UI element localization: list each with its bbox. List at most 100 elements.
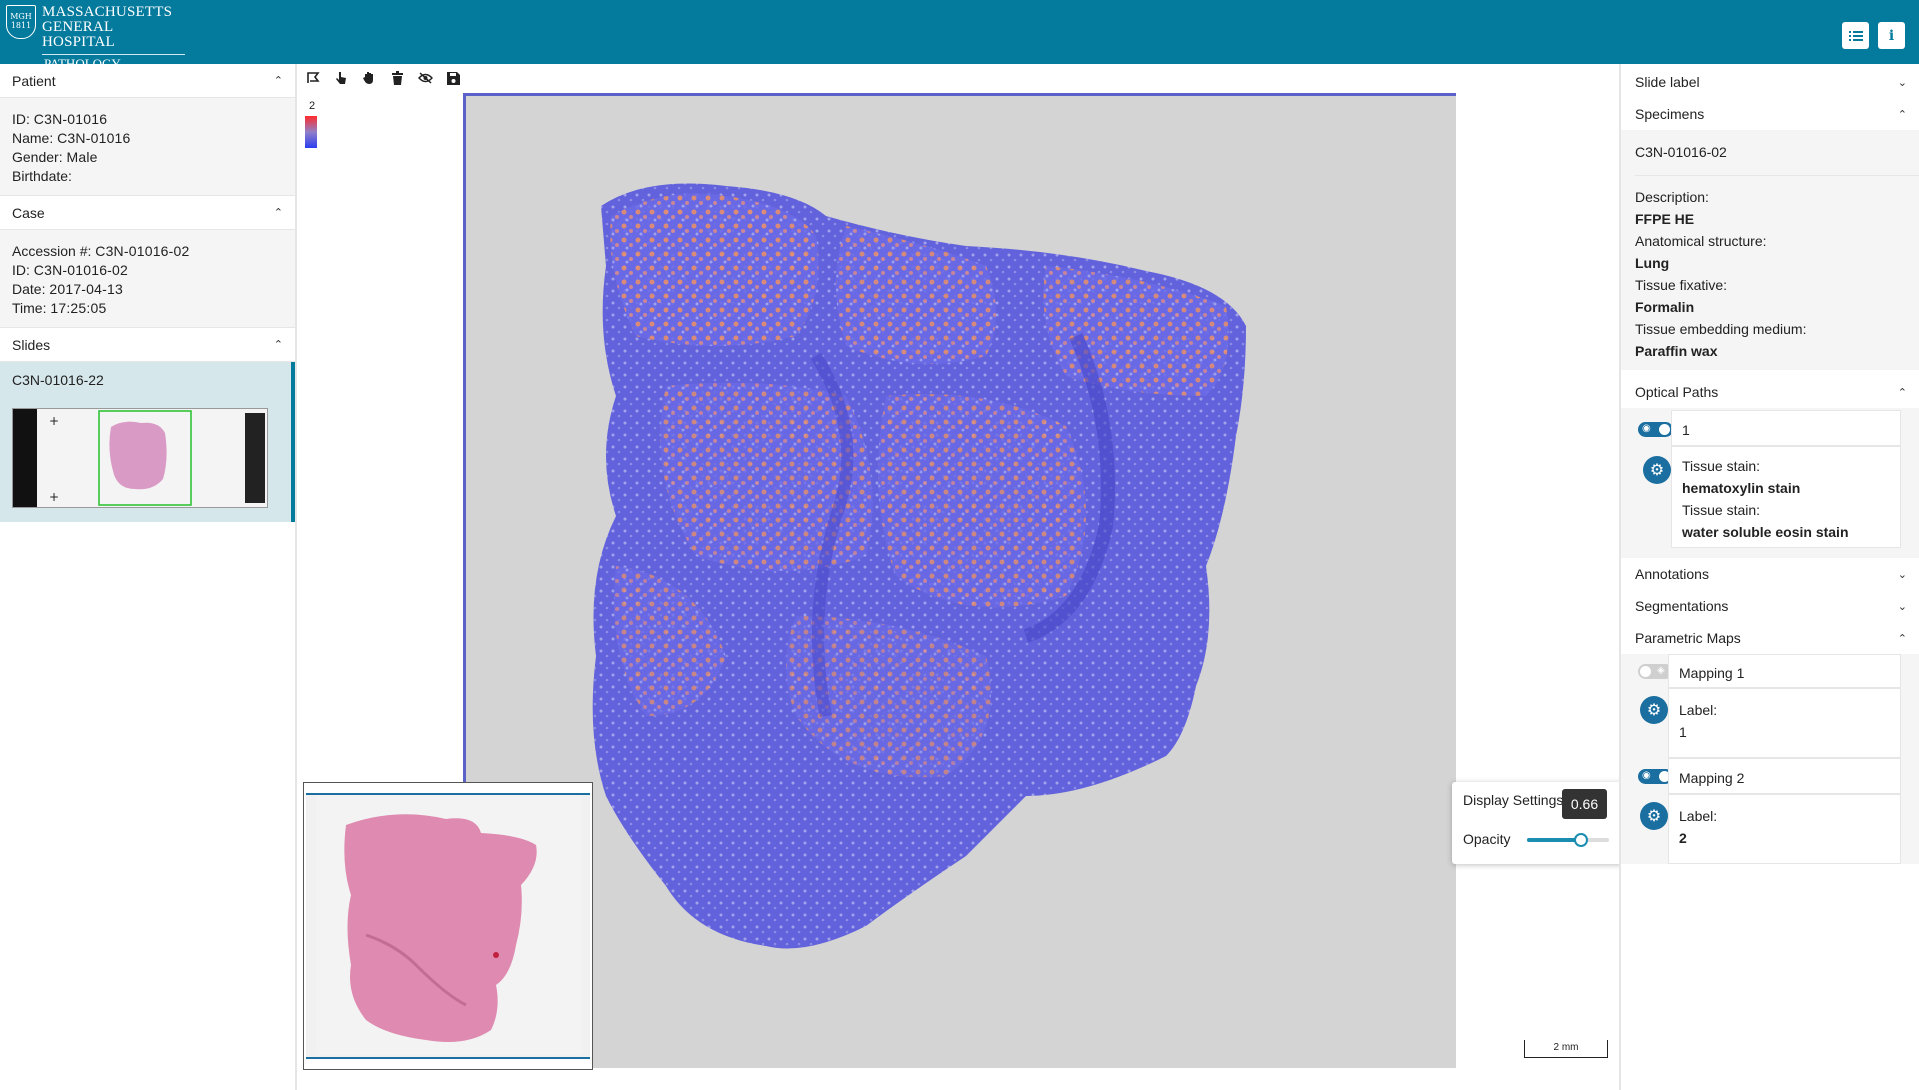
viewer-toolbar: [299, 64, 467, 92]
case-section-header[interactable]: Case ⌃: [0, 196, 295, 230]
mapping2-name-card: Mapping 2: [1668, 758, 1901, 794]
save-icon: [446, 71, 460, 85]
overview-slide-image: [316, 795, 582, 1055]
mapping2-label: 2: [1679, 830, 1687, 846]
list-icon: [1848, 30, 1863, 41]
eye-icon: ◉: [1642, 770, 1651, 781]
chevron-down-icon: ⌄: [1897, 76, 1907, 89]
case-date: 2017-04-13: [49, 281, 123, 297]
pan-tool-button[interactable]: [355, 64, 383, 92]
mapping1-label: 1: [1679, 724, 1687, 740]
slide-thumbnail-image: + +: [13, 409, 267, 507]
colormap-legend-value: 2: [309, 100, 316, 112]
app-header: MGH1811 MASSACHUSETTS GENERAL HOSPITAL P…: [0, 0, 1919, 71]
case-section-title: Case: [12, 204, 45, 221]
tissue-stain-1: hematoxylin stain: [1682, 480, 1801, 496]
slides-section-title: Slides: [12, 336, 51, 353]
parametric-map-overlay: [592, 183, 1246, 949]
segmentations-section-header[interactable]: Segmentations ⌄: [1621, 590, 1919, 622]
case-time: 17:25:05: [50, 300, 107, 316]
chevron-up-icon: ⌃: [273, 207, 283, 219]
parametric-maps-list: ◈ Mapping 1 ⚙ Label: 1 ◉ Mapping 2 ⚙ Lab…: [1621, 654, 1919, 864]
opacity-slider-handle[interactable]: [1574, 833, 1589, 847]
optical-path-item: ◉ 1 ⚙ Tissue stain: hematoxylin stain Ti…: [1621, 408, 1919, 558]
save-button[interactable]: [439, 64, 467, 92]
optical-paths-section-header[interactable]: Optical Paths ⌃: [1621, 376, 1919, 408]
draw-tool-button[interactable]: [299, 64, 327, 92]
slide-image[interactable]: [463, 93, 1456, 1068]
slides-section-header[interactable]: Slides ⌃: [0, 328, 295, 362]
slide-label-section-header[interactable]: Slide label ⌄: [1621, 66, 1919, 98]
svg-text:+: +: [49, 414, 59, 428]
case-details: Accession #: C3N-01016-02 ID: C3N-01016-…: [0, 230, 295, 328]
case-accession: C3N-01016-02: [95, 243, 190, 259]
patient-section-header[interactable]: Patient ⌃: [0, 64, 295, 98]
mapping2-settings-button[interactable]: ⚙: [1640, 802, 1668, 830]
svg-text:+: +: [49, 490, 59, 504]
opacity-slider-fill: [1527, 838, 1582, 842]
chevron-down-icon: ⌄: [1897, 568, 1907, 581]
optical-path-id-card: 1: [1671, 410, 1901, 446]
opacity-tooltip: 0.66: [1562, 789, 1607, 819]
eye-slash-icon: [417, 72, 433, 84]
optical-path-id: 1: [1682, 422, 1690, 438]
chevron-down-icon: ⌄: [1897, 600, 1907, 613]
optical-path-stains-card: Tissue stain: hematoxylin stain Tissue s…: [1671, 446, 1901, 548]
specimen-anatomical-structure: Lung: [1635, 255, 1670, 271]
gear-icon: ⚙: [1646, 702, 1662, 719]
patient-details: ID: C3N-01016 Name: C3N-01016 Gender: Ma…: [0, 98, 295, 196]
mgh-pathology-logo: MGH1811 MASSACHUSETTS GENERAL HOSPITAL P…: [6, 4, 185, 71]
specimen-details: C3N-01016-02 Description: FFPE HE Anatom…: [1621, 130, 1919, 370]
display-settings-title: Display Settings: [1463, 792, 1563, 808]
chevron-up-icon: ⌃: [1897, 632, 1907, 645]
gear-icon: ⚙: [1649, 462, 1665, 479]
specimens-section-header[interactable]: Specimens ⌃: [1621, 98, 1919, 130]
mapping1-name-card: Mapping 1: [1668, 654, 1901, 688]
patient-gender: Male: [66, 149, 98, 165]
optical-path-settings-button[interactable]: ⚙: [1643, 456, 1671, 484]
colormap-legend-bar: [305, 116, 317, 148]
chevron-up-icon: ⌃: [1897, 386, 1907, 399]
chevron-up-icon: ⌃: [273, 75, 283, 87]
specimen-fixative: Formalin: [1635, 299, 1695, 315]
mapping2-label-card: Label: 2: [1668, 794, 1901, 864]
patient-section-title: Patient: [12, 72, 56, 89]
right-sidebar: Slide label ⌄ Specimens ⌃ C3N-01016-02 D…: [1619, 64, 1919, 1090]
mapping2-name: Mapping 2: [1679, 770, 1745, 786]
specimen-embedding-medium: Paraffin wax: [1635, 343, 1718, 359]
opacity-slider[interactable]: [1527, 833, 1609, 847]
gear-icon: ⚙: [1646, 808, 1662, 825]
slide-thumbnail[interactable]: + +: [12, 408, 268, 508]
specimen-description: FFPE HE: [1635, 211, 1695, 227]
parametric-maps-section-header[interactable]: Parametric Maps ⌃: [1621, 622, 1919, 654]
pointer-icon: [336, 72, 346, 84]
mapping1-name: Mapping 1: [1679, 665, 1745, 681]
mapping1-label-card: Label: 1: [1668, 688, 1901, 758]
eye-icon: ◉: [1642, 423, 1651, 434]
overview-map[interactable]: [303, 782, 593, 1070]
mapping1-settings-button[interactable]: ⚙: [1640, 696, 1668, 724]
hide-annotations-button[interactable]: [411, 64, 439, 92]
patient-id: C3N-01016: [33, 111, 108, 127]
opacity-label: Opacity: [1463, 831, 1511, 847]
patient-name: C3N-01016: [57, 130, 131, 146]
tissue-stain-2: water soluble eosin stain: [1682, 524, 1849, 540]
case-id: C3N-01016-02: [33, 262, 129, 278]
annotations-section-header[interactable]: Annotations ⌄: [1621, 558, 1919, 590]
specimen-id: C3N-01016-02: [1635, 130, 1919, 176]
select-tool-button[interactable]: [327, 64, 355, 92]
optical-path-visibility-toggle[interactable]: ◉: [1638, 422, 1673, 437]
slide-label: C3N-01016-22: [12, 372, 104, 388]
eye-slash-icon: ◈: [1657, 665, 1665, 676]
info-button[interactable]: i: [1878, 22, 1905, 49]
chevron-up-icon: ⌃: [1897, 108, 1907, 121]
scale-bar: 2 mm: [1524, 1040, 1608, 1058]
draw-icon: [307, 72, 320, 83]
slide-viewer[interactable]: 2 2 mm: [299, 64, 1619, 1090]
logo-text-line2: GENERAL HOSPITAL: [42, 20, 185, 55]
delete-tool-button[interactable]: [383, 64, 411, 92]
logo-text-line1: MASSACHUSETTS: [42, 4, 173, 20]
slide-list-item[interactable]: C3N-01016-22 + +: [0, 362, 295, 522]
pan-icon: [363, 72, 373, 84]
worklist-button[interactable]: [1842, 22, 1869, 49]
